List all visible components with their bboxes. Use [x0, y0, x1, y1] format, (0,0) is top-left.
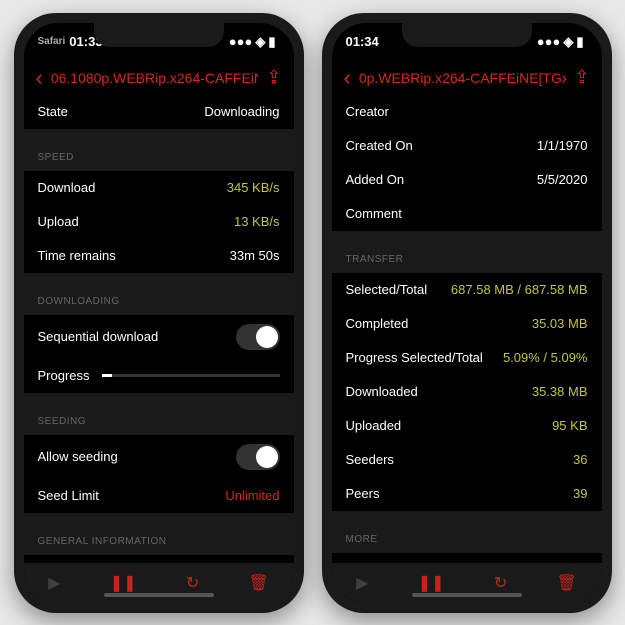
signal-icon: ●●● — [229, 34, 253, 49]
allow-seeding-toggle[interactable] — [236, 444, 280, 470]
progress-row: Progress — [24, 359, 294, 393]
sequential-toggle[interactable] — [236, 324, 280, 350]
section-more: MORE — [332, 511, 602, 553]
status-icons: ●●● ◈ ▮ — [537, 34, 584, 50]
screen-left: Safari 01:33 ●●● ◈ ▮ ‹ 06.1080p.WEBRip.x… — [24, 23, 294, 603]
progress-st-row: Progress Selected/Total 5.09% / 5.09% — [332, 341, 602, 375]
seed-limit-value: Unlimited — [225, 488, 279, 503]
trash-button[interactable]: 🗑 — [249, 573, 269, 593]
screen-right: 01:34 ●●● ◈ ▮ ‹ 0p.WEBRip.x264-CAFFEiNE[… — [332, 23, 602, 603]
hash-row: Hash F8524142A368E332EF5F15920B303DF30C3… — [24, 555, 294, 563]
peers-value: 39 — [573, 486, 587, 501]
progress-bar — [102, 374, 280, 377]
section-seeding: SEEDING — [24, 393, 294, 435]
seed-limit-row[interactable]: Seed Limit Unlimited — [24, 479, 294, 513]
content[interactable]: Creator Created On 1/1/1970 Added On 5/5… — [332, 95, 602, 563]
toggle-knob — [256, 446, 278, 468]
section-general: GENERAL INFORMATION — [24, 513, 294, 555]
created-on-row: Created On 1/1/1970 — [332, 129, 602, 163]
pause-button[interactable]: ❚❚ — [110, 573, 137, 593]
upload-value: 13 KB/s — [234, 214, 280, 229]
created-value: 1/1/1970 — [537, 138, 588, 153]
battery-icon: ▮ — [576, 34, 583, 50]
trackers-row[interactable]: Trackers › — [332, 553, 602, 563]
selected-total-value: 687.58 MB / 687.58 MB — [451, 282, 588, 297]
trash-button[interactable]: 🗑 — [557, 573, 577, 593]
section-speed: SPEED — [24, 129, 294, 171]
completed-row: Completed 35.03 MB — [332, 307, 602, 341]
notch — [402, 23, 532, 47]
uploaded-row: Uploaded 95 KB — [332, 409, 602, 443]
signal-icon: ●●● — [537, 34, 561, 49]
phone-left: Safari 01:33 ●●● ◈ ▮ ‹ 06.1080p.WEBRip.x… — [14, 13, 304, 613]
state-row: State Downloading — [24, 95, 294, 129]
section-transfer: TRANSFER — [332, 231, 602, 273]
downloaded-value: 35.38 MB — [532, 384, 588, 399]
nav-title: 0p.WEBRip.x264-CAFFEiNE[TGx] — [359, 70, 567, 86]
phone-right: 01:34 ●●● ◈ ▮ ‹ 0p.WEBRip.x264-CAFFEiNE[… — [322, 13, 612, 613]
play-button[interactable]: ▶ — [356, 573, 368, 593]
status-icons: ●●● ◈ ▮ — [229, 34, 276, 50]
toggle-knob — [256, 326, 278, 348]
play-button[interactable]: ▶ — [48, 573, 60, 593]
completed-value: 35.03 MB — [532, 316, 588, 331]
content[interactable]: State Downloading SPEED Download 345 KB/… — [24, 95, 294, 563]
time-value: 33m 50s — [230, 248, 280, 263]
wifi-icon: ◈ — [563, 34, 573, 50]
comment-row: Comment — [332, 197, 602, 231]
status-time: 01:34 — [346, 34, 379, 49]
creator-row: Creator — [332, 95, 602, 129]
time-row: Time remains 33m 50s — [24, 239, 294, 273]
pause-button[interactable]: ❚❚ — [418, 573, 445, 593]
status-back-safari[interactable]: Safari — [38, 36, 66, 47]
share-button[interactable]: ⇪ — [574, 67, 589, 88]
bottom-toolbar: ▶ ❚❚ ↻ 🗑 — [332, 563, 602, 603]
nav-bar: ‹ 0p.WEBRip.x264-CAFFEiNE[TGx] ⇪ — [332, 61, 602, 95]
downloaded-row: Downloaded 35.38 MB — [332, 375, 602, 409]
battery-icon: ▮ — [268, 34, 275, 50]
uploaded-value: 95 KB — [552, 418, 587, 433]
back-button[interactable]: ‹ — [36, 65, 43, 91]
upload-row: Upload 13 KB/s — [24, 205, 294, 239]
home-indicator[interactable] — [412, 593, 522, 597]
nav-title: 06.1080p.WEBRip.x264-CAFFEiNE[TG — [51, 70, 259, 86]
share-button[interactable]: ⇪ — [266, 67, 281, 88]
peers-row: Peers 39 — [332, 477, 602, 511]
home-indicator[interactable] — [104, 593, 214, 597]
download-row: Download 345 KB/s — [24, 171, 294, 205]
refresh-button[interactable]: ↻ — [186, 573, 199, 593]
refresh-button[interactable]: ↻ — [494, 573, 507, 593]
seeders-value: 36 — [573, 452, 587, 467]
sequential-row[interactable]: Sequential download — [24, 315, 294, 359]
progress-st-value: 5.09% / 5.09% — [503, 350, 588, 365]
bottom-toolbar: ▶ ❚❚ ↻ 🗑 — [24, 563, 294, 603]
notch — [94, 23, 224, 47]
seeders-row: Seeders 36 — [332, 443, 602, 477]
section-downloading: DOWNLOADING — [24, 273, 294, 315]
added-on-row: Added On 5/5/2020 — [332, 163, 602, 197]
nav-bar: ‹ 06.1080p.WEBRip.x264-CAFFEiNE[TG ⇪ — [24, 61, 294, 95]
allow-seeding-row[interactable]: Allow seeding — [24, 435, 294, 479]
state-value: Downloading — [204, 104, 279, 119]
download-value: 345 KB/s — [227, 180, 280, 195]
added-value: 5/5/2020 — [537, 172, 588, 187]
wifi-icon: ◈ — [255, 34, 265, 50]
progress-fill — [102, 374, 113, 377]
back-button[interactable]: ‹ — [344, 65, 351, 91]
selected-total-row: Selected/Total 687.58 MB / 687.58 MB — [332, 273, 602, 307]
state-label: State — [38, 104, 68, 119]
